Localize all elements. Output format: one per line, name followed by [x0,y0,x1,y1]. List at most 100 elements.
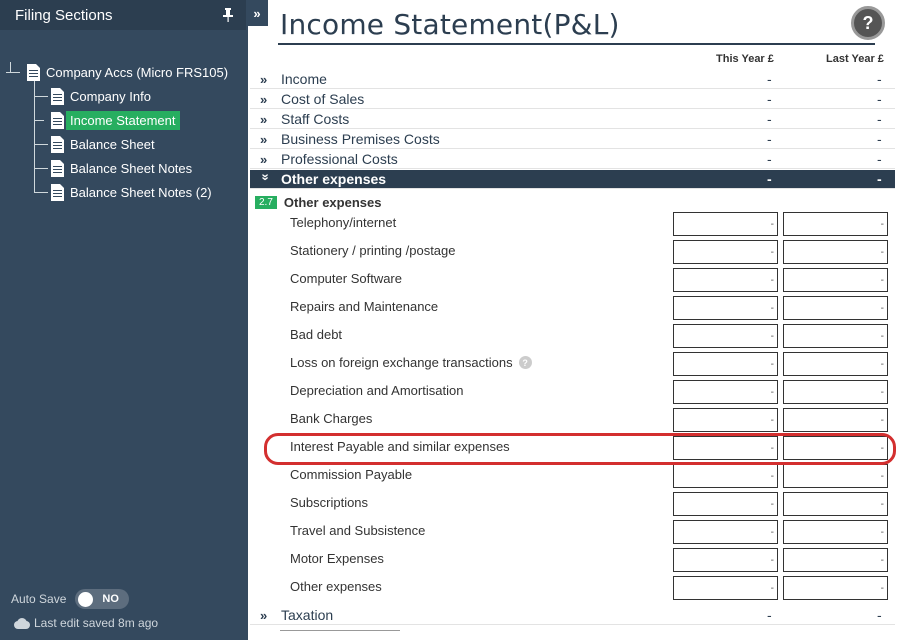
expense-line-text: Stationery / printing /postage [290,243,456,258]
expense-line-label: Motor Expenses [290,551,384,566]
last-year-input[interactable] [783,548,888,572]
expense-line-label: Depreciation and Amortisation [290,383,463,398]
expense-line-label: Subscriptions [290,495,368,510]
section-last-year: - [877,111,882,127]
this-year-input[interactable] [673,576,778,600]
tree-root[interactable]: Company Accs (Micro FRS105) [27,61,228,83]
this-year-input[interactable] [673,352,778,376]
sidebar-item-income-statement[interactable]: Income Statement [51,109,180,131]
page-title: Income Statement(P&L) [280,8,620,41]
expense-line-text: Loss on foreign exchange transactions [290,355,513,370]
cloud-icon [14,617,30,629]
main-panel: Income Statement(P&L) ? This Year £ Last… [250,0,899,640]
this-year-input[interactable] [673,268,778,292]
chevron-down-icon: » [258,173,274,181]
last-edit-status: Last edit saved 8m ago [13,616,158,630]
this-year-input[interactable] [673,296,778,320]
last-year-input[interactable] [783,520,888,544]
title-underline [278,43,875,45]
section-last-year: - [877,151,882,167]
this-year-input[interactable] [673,240,778,264]
last-year-input[interactable] [783,464,888,488]
chevron-right-icon: » [260,91,268,107]
section-income[interactable]: » Income - - [250,70,895,89]
document-icon [27,63,40,81]
expense-line-row: Computer Software [250,266,895,294]
last-year-input[interactable] [783,408,888,432]
section-staff-costs[interactable]: » Staff Costs - - [250,110,895,129]
sidebar-item-label: Balance Sheet Notes (2) [70,184,212,200]
expense-line-row: Subscriptions [250,490,895,518]
tree-root-label: Company Accs (Micro FRS105) [46,64,229,80]
section-business-premises[interactable]: » Business Premises Costs - - [250,130,895,149]
sidebar-item-label: Balance Sheet Notes [70,160,193,176]
expense-line-text: Bad debt [290,327,343,342]
section-cost-of-sales[interactable]: » Cost of Sales - - [250,90,895,109]
sidebar-item-balance-sheet[interactable]: Balance Sheet [51,133,155,155]
sidebar-item-balance-sheet-notes[interactable]: Balance Sheet Notes [51,157,192,179]
this-year-input[interactable] [673,380,778,404]
document-icon [51,111,64,129]
document-icon [51,159,64,177]
sidebar-item-company-info[interactable]: Company Info [51,85,151,107]
sidebar-item-label: Balance Sheet [70,136,155,152]
expense-line-label: Travel and Subsistence [290,523,425,538]
this-year-input[interactable] [673,464,778,488]
expense-line-row: Depreciation and Amortisation [250,378,895,406]
section-this-year: - [767,71,772,87]
section-this-year: - [767,91,772,107]
this-year-input[interactable] [673,548,778,572]
chevron-right-icon: » [260,607,268,623]
section-this-year: - [767,607,772,623]
section-last-year: - [877,71,882,87]
last-year-input[interactable] [783,380,888,404]
section-this-year: - [767,151,772,167]
help-icon[interactable]: ? [518,356,532,369]
this-year-input[interactable] [673,212,778,236]
expense-line-row: Other expenses [250,574,895,602]
pin-icon[interactable] [220,7,236,23]
help-button[interactable]: ? [851,6,885,40]
expense-line-row: Repairs and Maintenance [250,294,895,322]
sidebar-title: Filing Sections [15,6,113,24]
section-professional-costs[interactable]: » Professional Costs - - [250,150,895,169]
section-title: Income [281,71,327,87]
autosave-toggle[interactable]: NO [75,589,130,609]
subsection-header: 2.7 Other expenses [255,195,381,210]
sidebar: Filing Sections Company Accs (Micro FRS1… [0,0,246,640]
section-other-expenses[interactable]: » Other expenses - - [250,170,895,189]
last-year-input[interactable] [783,212,888,236]
this-year-input[interactable] [673,324,778,348]
autosave-label: Auto Save [11,592,67,606]
expense-line-row: Loss on foreign exchange transactions? [250,350,895,378]
column-last-year: Last Year £ [826,53,884,65]
toggle-state: NO [102,593,119,605]
last-year-input[interactable] [783,324,888,348]
toggle-knob [78,591,94,607]
expense-line-row: Bank Charges [250,406,895,434]
last-year-input[interactable] [783,268,888,292]
last-year-input[interactable] [783,240,888,264]
section-last-year: - [877,131,882,147]
section-taxation[interactable]: » Taxation - - [250,606,895,625]
this-year-input[interactable] [673,520,778,544]
section-title: Taxation [281,607,334,623]
section-title: Professional Costs [281,151,398,167]
expense-line-text: Commission Payable [290,467,413,482]
section-last-year: - [877,171,882,187]
this-year-input[interactable] [673,408,778,432]
this-year-input[interactable] [673,492,778,516]
chevron-right-icon: » [260,71,268,87]
section-this-year: - [767,131,772,147]
last-year-input[interactable] [783,352,888,376]
expense-line-row: Telephony/internet [250,210,895,238]
section-last-year: - [877,607,882,623]
chevron-right-icon: » [260,131,268,147]
last-year-input[interactable] [783,576,888,600]
last-year-input[interactable] [783,296,888,320]
expense-line-label: Repairs and Maintenance [290,299,438,314]
sidebar-item-balance-sheet-notes-2[interactable]: Balance Sheet Notes (2) [51,181,212,203]
expense-line-text: Bank Charges [290,411,373,426]
section-title: Cost of Sales [281,91,365,107]
last-year-input[interactable] [783,492,888,516]
